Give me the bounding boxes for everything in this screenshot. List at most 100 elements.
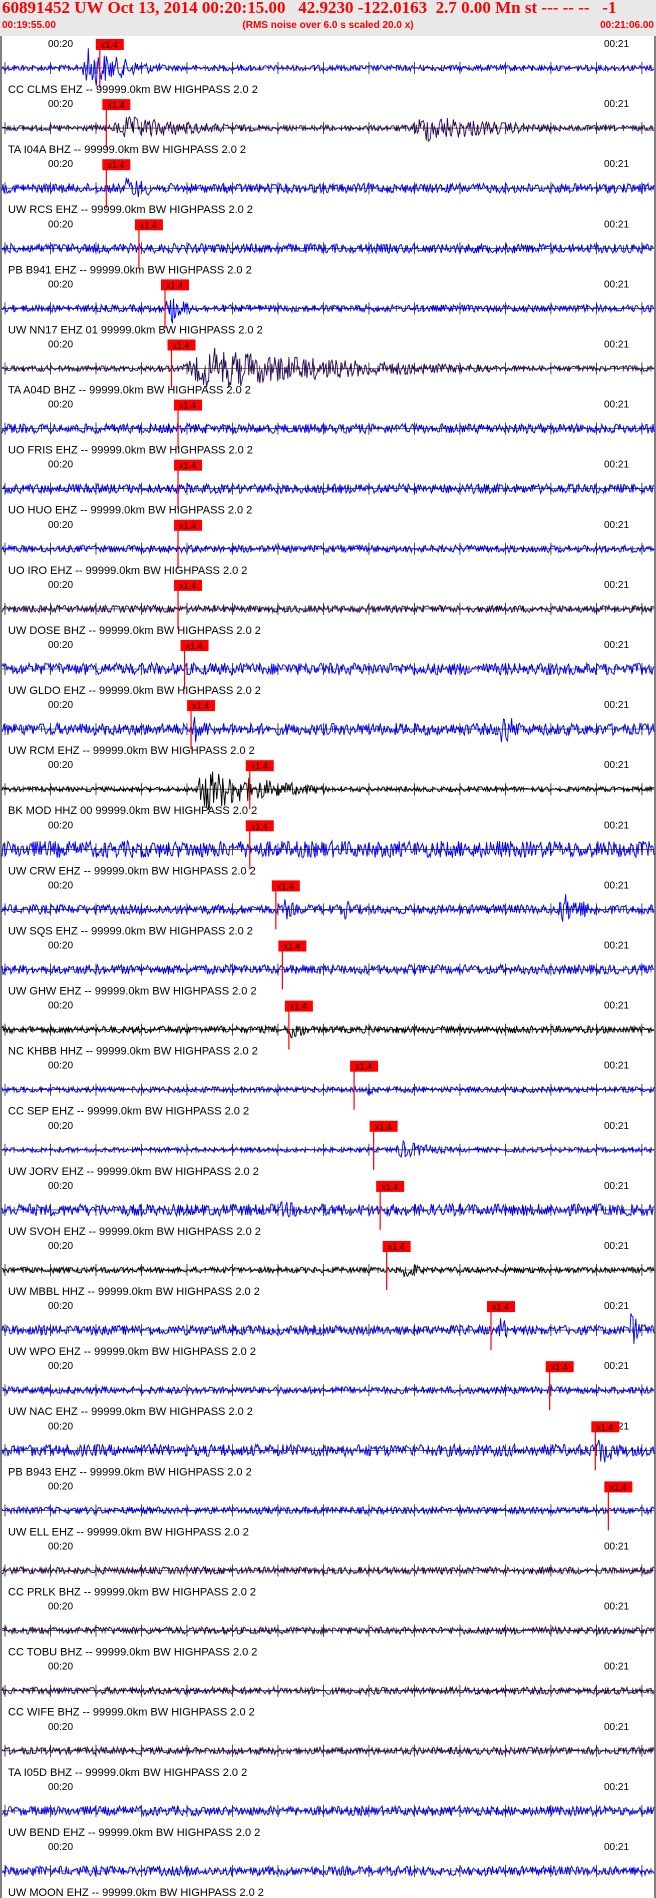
station-label: UW BEND EHZ -- 99999.0km BW HIGHPASS 2.0…: [8, 1827, 260, 1839]
tick-label-right: 00:21: [604, 460, 629, 471]
trace-row: 00:20 00:21 CC PRLK BHZ -- 99999.0km BW HI…: [1, 1542, 655, 1599]
pick-label: x1.4: [492, 1302, 509, 1312]
station-label: TA A04D BHZ -- 99999.0km BW HIGHPASS 2.0…: [8, 385, 251, 397]
pick-label: x1.4: [173, 341, 190, 351]
trace-row: 00:20 00:21 x1.4 UW RCS EHZ -- 99999.0km BW…: [1, 159, 655, 216]
trace-row: 00:20 00:21 UW MOON EHZ -- 99999.0km BW HI…: [1, 1842, 655, 1898]
station-label: PB B943 EHZ -- 99999.0km BW HIGHPASS 2.0…: [8, 1466, 252, 1478]
tick-label-right: 00:21: [604, 820, 629, 831]
trace-row: 00:20 00:21 x1.4 UW WPO EHZ -- 99999.0km BW…: [1, 1301, 655, 1358]
tick-label-right: 00:21: [604, 279, 629, 290]
tick-label-left: 00:20: [48, 1421, 73, 1432]
pick-label: x1.4: [551, 1362, 568, 1372]
tick-label-left: 00:20: [48, 520, 73, 531]
waveform: [1, 177, 655, 198]
pick-label: x1.4: [179, 401, 196, 411]
pick-label: x1.4: [381, 1182, 398, 1192]
station-label: NC KHBB HHZ -- 99999.0km BW HIGHPASS 2.0…: [8, 1046, 258, 1058]
pick-label: x1.4: [179, 581, 196, 591]
waveform: [1, 1200, 655, 1218]
pick-label: x1.4: [186, 641, 203, 651]
tick-label-right: 00:21: [604, 1662, 629, 1673]
waveform: [1, 115, 655, 143]
waveform: [1, 298, 655, 324]
pick-label: x1.4: [179, 521, 196, 531]
tick-label-left: 00:20: [48, 1842, 73, 1853]
tick-label-left: 00:20: [48, 1662, 73, 1673]
tick-label-right: 00:21: [604, 1602, 629, 1613]
tick-label-right: 00:21: [604, 760, 629, 771]
tick-label-left: 00:20: [48, 1602, 73, 1613]
trace-row: 00:20 00:21 x1.4 UW MBBL HHZ -- 99999.0km B…: [1, 1241, 655, 1298]
tick-label-left: 00:20: [48, 279, 73, 290]
trace-row: 00:20 00:21 x1.4 CC SEP EHZ -- 99999.0km BW…: [1, 1060, 655, 1118]
waveform: [1, 1085, 655, 1096]
station-label: UW CRW EHZ -- 99999.0km BW HIGHPASS 2.0 …: [8, 865, 256, 877]
station-label: UW GHW EHZ -- 99999.0km BW HIGHPASS 2.0 …: [8, 986, 257, 998]
pick-label: x1.4: [251, 761, 268, 771]
station-label: UW ELL EHZ -- 99999.0km BW HIGHPASS 2.0 …: [8, 1526, 249, 1538]
tick-label-right: 00:21: [604, 1181, 629, 1192]
waveform: [1, 1264, 655, 1278]
trace-row: 00:20 00:21 x1.4 UO FRIS EHZ -- 99999.0km B…: [1, 399, 655, 457]
trace-row: 00:2000:21x1.4PB B943 EHZ -- 99999.0km B…: [1, 1421, 655, 1478]
trace-row: 00:20 00:21 x1.4 UW SQS EHZ -- 99999.0km BW…: [1, 880, 655, 937]
tick-label-left: 00:20: [48, 760, 73, 771]
tick-label-left: 00:20: [48, 1241, 73, 1252]
pick-label: x1.4: [596, 1422, 613, 1432]
trace-row: 00:20 00:21 x1.4 CC CLMS EHZ -- 99999.0km B…: [1, 39, 655, 96]
trace-row: 00:20 00:21 x1.4 UW NAC EHZ -- 99999.0km BW…: [1, 1361, 655, 1418]
station-label: UO HUO EHZ -- 99999.0km BW HIGHPASS 2.0 …: [8, 505, 252, 517]
pick-label: x1.4: [107, 100, 124, 110]
tick-label-left: 00:20: [48, 1361, 73, 1372]
station-label: UW SQS EHZ -- 99999.0km BW HIGHPASS 2.0 …: [8, 925, 253, 937]
station-label: CC CLMS EHZ -- 99999.0km BW HIGHPASS 2.0…: [8, 84, 258, 96]
tick-label-left: 00:20: [48, 1301, 73, 1312]
tick-label-left: 00:20: [48, 880, 73, 891]
pick-label: x1.4: [355, 1062, 372, 1072]
tick-label-right: 00:21: [604, 39, 629, 50]
pick-label: x1.4: [283, 942, 300, 952]
tick-label-right: 00:21: [604, 640, 629, 651]
station-label: UW MOON EHZ -- 99999.0km BW HIGHPASS 2.0…: [8, 1887, 264, 1898]
pick-label: x1.4: [388, 1242, 405, 1252]
tick-label-right: 00:21: [604, 1061, 629, 1072]
trace-row: 00:20 00:21 x1.4 UW SVOH EHZ -- 99999.0km B…: [1, 1180, 655, 1238]
tick-label-right: 00:21: [604, 219, 629, 230]
waveform: [1, 716, 655, 743]
trace-row: 00:20 00:21 x1.4 UO IRO EHZ -- 99999.0km BW…: [1, 519, 655, 577]
tick-label-right: 00:21: [604, 400, 629, 411]
tick-label-left: 00:20: [48, 941, 73, 952]
trace-row: 00:20 00:21 CC TOBU BHZ -- 99999.0km BW HI…: [1, 1602, 655, 1659]
station-label: TA I05D BHZ -- 99999.0km BW HIGHPASS 2.0…: [8, 1767, 247, 1779]
tick-label-left: 00:20: [48, 820, 73, 831]
pick-label: x1.4: [166, 280, 183, 290]
trace-row: 00:20 00:21 x1.4 UW JORV EHZ -- 99999.0km B…: [1, 1120, 655, 1178]
trace-row: 00:20 00:21 x1.4 UW DOSE BHZ -- 99999.0km B…: [1, 579, 655, 637]
pick-label: x1.4: [375, 1122, 392, 1132]
pick-label: x1.4: [609, 1482, 626, 1492]
station-label: UW RCM EHZ -- 99999.0km BW HIGHPASS 2.0 …: [8, 745, 255, 757]
waveform: [1, 894, 655, 922]
station-label: UW DOSE BHZ -- 99999.0km BW HIGHPASS 2.0…: [8, 625, 261, 637]
tick-label-left: 00:20: [48, 400, 73, 411]
trace-row: 00:20 00:21 TA I05D BHZ -- 99999.0km BW HI…: [1, 1722, 655, 1779]
station-label: UO IRO EHZ -- 99999.0km BW HIGHPASS 2.0 …: [8, 565, 247, 577]
pick-label: x1.4: [179, 461, 196, 471]
station-label: CC PRLK BHZ -- 99999.0km BW HIGHPASS 2.0…: [8, 1587, 256, 1599]
station-label: UW SVOH EHZ -- 99999.0km BW HIGHPASS 2.0…: [8, 1226, 261, 1238]
trace-row: 00:20 00:21 x1.4 UW GLDO EHZ -- 99999.0km B…: [1, 640, 655, 697]
tick-label-right: 00:21: [604, 520, 629, 531]
tick-label-right: 00:21: [604, 159, 629, 170]
pick-label: x1.4: [192, 701, 209, 711]
pick-label: x1.4: [277, 881, 294, 891]
waveform: [1, 1313, 655, 1344]
tick-label-right: 00:21: [604, 340, 629, 351]
tick-label-left: 00:20: [48, 1001, 73, 1012]
station-label: UW NAC EHZ -- 99999.0km BW HIGHPASS 2.0 …: [8, 1406, 253, 1418]
tick-label-left: 00:20: [48, 1481, 73, 1492]
tick-label-right: 00:21: [604, 1722, 629, 1733]
trace-row: 00:20 00:21 x1.4 UW RCM EHZ -- 99999.0km BW…: [1, 700, 655, 757]
tick-label-right: 00:21: [604, 1361, 629, 1372]
tick-label-right: 00:21: [604, 580, 629, 591]
